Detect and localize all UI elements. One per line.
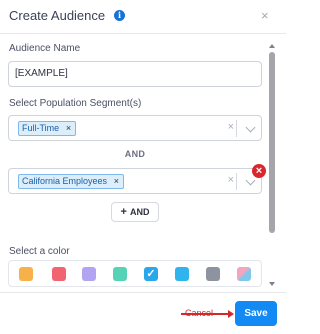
chevron-down-icon[interactable] xyxy=(245,175,256,186)
close-icon[interactable]: × xyxy=(261,8,269,23)
color-swatch[interactable] xyxy=(19,267,33,281)
scrollbar-thumb[interactable] xyxy=(269,52,275,233)
info-icon[interactable]: i xyxy=(114,10,125,21)
audience-name-label: Audience Name xyxy=(9,43,81,54)
footer-divider xyxy=(0,292,286,293)
add-and-button[interactable]: + AND xyxy=(111,202,159,222)
color-swatch[interactable] xyxy=(52,267,66,281)
color-swatch[interactable] xyxy=(82,267,96,281)
segment-chip: Full-Time × xyxy=(18,121,77,136)
chevron-down-icon[interactable] xyxy=(245,122,256,133)
create-audience-dialog: Create Audience i × Audience Name [EXAMP… xyxy=(0,0,286,334)
add-and-label: AND xyxy=(129,207,150,217)
plus-icon: + xyxy=(120,206,127,218)
audience-name-input[interactable]: [EXAMPLE] xyxy=(8,61,262,87)
remove-segment-icon[interactable]: × xyxy=(252,164,266,178)
save-button[interactable]: Save xyxy=(235,301,277,326)
check-icon: ✓ xyxy=(146,268,156,280)
select-divider xyxy=(236,173,237,190)
segment-label: Select Population Segment(s) xyxy=(9,98,142,109)
scroll-down-icon[interactable] xyxy=(269,282,275,286)
scrollbar[interactable] xyxy=(268,44,276,290)
color-swatch[interactable] xyxy=(206,267,220,281)
dialog-body: Audience Name [EXAMPLE] Select Populatio… xyxy=(0,35,286,290)
dialog-title: Create Audience xyxy=(9,8,106,23)
segment-chip: California Employees × xyxy=(18,174,125,189)
clear-icon[interactable]: × xyxy=(228,121,234,133)
color-swatch[interactable] xyxy=(113,267,127,281)
color-swatch[interactable]: ✓ xyxy=(144,267,158,281)
color-swatch-group: ✓ xyxy=(8,260,262,287)
segment-select-2[interactable]: California Employees × × xyxy=(8,168,262,194)
and-separator: AND xyxy=(124,149,146,159)
arrow-annotation xyxy=(181,310,234,318)
color-swatch[interactable] xyxy=(237,267,251,281)
segment-select-1[interactable]: Full-Time × × xyxy=(8,115,262,141)
color-label: Select a color xyxy=(9,246,70,257)
select-divider xyxy=(236,120,237,137)
dialog-header: Create Audience i × xyxy=(0,0,286,34)
chip-remove-icon[interactable]: × xyxy=(114,175,119,188)
chip-remove-icon[interactable]: × xyxy=(66,122,71,135)
segment-chip-label: Full-Time xyxy=(22,123,60,133)
scroll-up-icon[interactable] xyxy=(269,44,275,48)
color-swatch[interactable] xyxy=(175,267,189,281)
clear-icon[interactable]: × xyxy=(228,174,234,186)
segment-chip-label: California Employees xyxy=(22,176,108,186)
